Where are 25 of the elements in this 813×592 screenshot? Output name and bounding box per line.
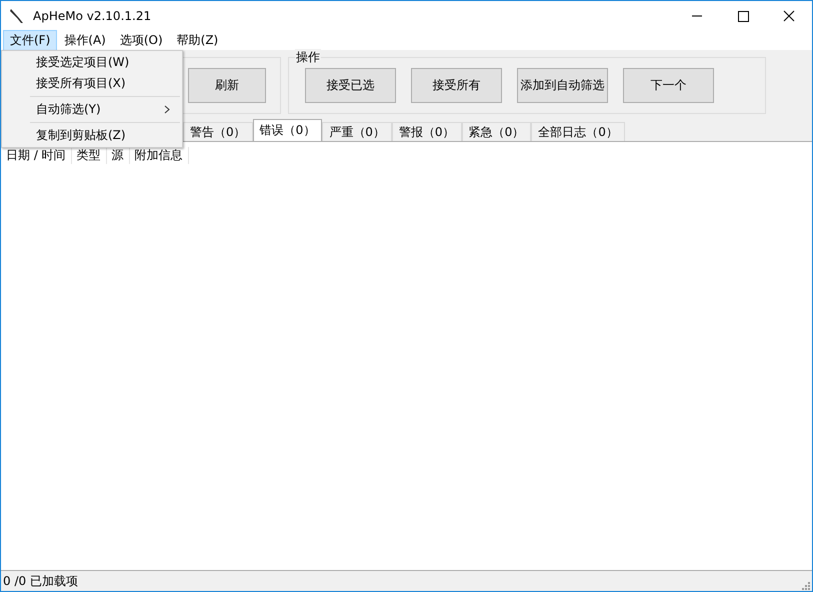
status-text: 0 /0 已加载项 [3, 572, 78, 590]
menu-item[interactable]: 接受所有项目(X) [2, 73, 182, 94]
action-button[interactable]: 接受已选 [305, 68, 396, 103]
tab[interactable]: 紧急（0） [462, 122, 532, 141]
menu-item[interactable]: 帮助(Z) [170, 30, 226, 51]
action-button[interactable]: 添加到自动筛选 [517, 68, 608, 103]
menu-item[interactable]: 复制到剪贴板(Z) [2, 125, 182, 146]
action-button[interactable]: 接受所有 [411, 68, 502, 103]
group-title: 操作 [295, 49, 321, 66]
refresh-button[interactable]: 刷新 [188, 68, 266, 103]
menu-item[interactable]: 自动筛选(Y) [2, 99, 182, 120]
tab[interactable]: 严重（0） [322, 122, 392, 141]
window-title: ApHeMo v2.10.1.21 [33, 9, 152, 23]
resize-grip-icon[interactable] [800, 580, 810, 590]
menu-item[interactable]: 接受选定项目(W) [2, 52, 182, 73]
menu-item[interactable]: 选项(O) [112, 30, 170, 51]
menu-item[interactable]: 文件(F) [3, 30, 58, 51]
tab[interactable]: 错误（0） [252, 119, 322, 141]
menu-item[interactable]: 操作(A) [57, 30, 113, 51]
tab[interactable]: 全部日志（0） [531, 122, 625, 141]
feather-icon [9, 8, 25, 24]
tab[interactable]: 警告（0） [183, 122, 253, 141]
action-button[interactable]: 下一个 [623, 68, 714, 103]
tab[interactable]: 警报（0） [392, 122, 462, 141]
chevron-right-icon [164, 105, 170, 114]
